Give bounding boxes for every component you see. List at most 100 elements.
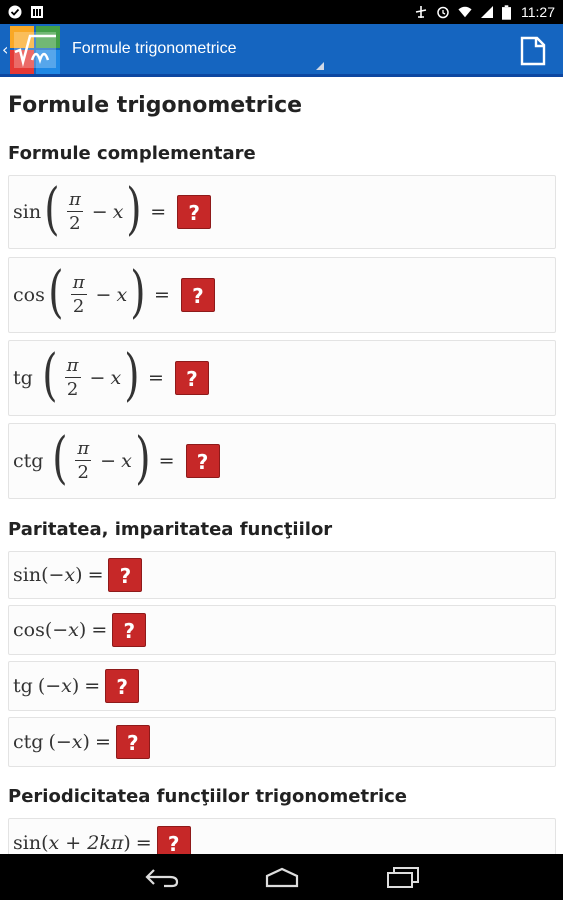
formula-cos-complement: cos ( π 2 − x ) = ?	[13, 258, 215, 332]
action-bar-title[interactable]: Formule trigonometrice	[72, 40, 237, 58]
formula-ctg-parity: ctg ( −x ) = ?	[13, 718, 150, 766]
section-title: Formule complementare	[8, 143, 256, 164]
document-icon[interactable]	[519, 36, 547, 66]
fraction: π 2	[75, 437, 92, 485]
reveal-answer-button[interactable]: ?	[177, 195, 212, 229]
function-name: sin	[13, 832, 42, 854]
fraction-denominator: 2	[77, 461, 89, 483]
equals-sign: =	[84, 675, 101, 697]
recent-apps-nav-icon[interactable]	[386, 866, 420, 888]
airplane-off-icon	[415, 6, 427, 18]
equals-sign: =	[91, 619, 108, 641]
formula-card: sin ( π 2 − x ) = ?	[8, 175, 556, 249]
equals-sign: =	[94, 731, 111, 753]
left-paren: (	[48, 731, 56, 753]
spinner-indicator-icon[interactable]	[316, 62, 324, 70]
function-name: sin	[13, 564, 42, 586]
page-title: Formule trigonometrice	[8, 93, 303, 118]
section-title: Paritatea, imparitatea funcţiilor	[8, 519, 333, 540]
right-paren: )	[123, 832, 131, 854]
formula-sin-parity: sin ( −x ) = ?	[13, 552, 143, 598]
variable: x	[121, 450, 132, 472]
home-nav-icon[interactable]	[264, 866, 300, 888]
right-paren: )	[130, 260, 146, 325]
argument: −x	[52, 619, 79, 641]
back-nav-icon[interactable]	[144, 866, 180, 888]
equals-sign: =	[87, 564, 104, 586]
minus-sign: −	[100, 450, 117, 472]
formula-card: sin ( −x ) = ?	[8, 551, 556, 599]
formula-card: tg ( π 2 − x ) = ?	[8, 340, 556, 416]
wifi-icon	[458, 6, 472, 18]
reveal-answer-button[interactable]: ?	[174, 361, 209, 395]
reveal-answer-button[interactable]: ?	[108, 558, 143, 592]
left-paren: (	[41, 564, 49, 586]
fraction-numerator: π	[72, 271, 85, 293]
fraction: π 2	[66, 188, 83, 236]
fraction-numerator: π	[68, 188, 81, 210]
status-bar: 11:27	[0, 0, 563, 24]
action-bar: ‹ Formule trigonometrice	[0, 24, 563, 76]
reveal-answer-button[interactable]: ?	[185, 444, 220, 478]
signal-icon	[481, 6, 493, 18]
minus-sign: −	[95, 284, 112, 306]
function-name: cos	[13, 284, 45, 306]
fraction: π 2	[70, 271, 87, 319]
calendar-notification-icon	[31, 6, 43, 18]
right-paren: )	[78, 619, 87, 641]
variable: x	[116, 284, 128, 306]
equals-sign: =	[150, 201, 167, 223]
formula-sin-period: sin ( x + 2kπ ) = ?	[13, 819, 191, 854]
argument: −x	[55, 731, 83, 753]
fraction: π 2	[64, 355, 81, 402]
formula-card: ctg ( π 2 − x ) = ?	[8, 423, 556, 499]
variable: x	[112, 201, 124, 223]
right-paren: )	[75, 564, 83, 586]
fraction-numerator: π	[77, 437, 90, 459]
formula-sin-complement: sin ( π 2 − x ) = ?	[13, 176, 212, 248]
minus-sign: −	[89, 367, 106, 389]
reveal-answer-button[interactable]: ?	[115, 725, 150, 759]
function-name: tg	[13, 675, 33, 697]
function-name: tg	[13, 367, 33, 389]
minus-sign: −	[91, 201, 108, 223]
formula-card: sin ( x + 2kπ ) = ?	[8, 818, 556, 854]
function-name: sin	[13, 201, 42, 223]
left-paren: (	[44, 619, 53, 641]
reveal-answer-button[interactable]: ?	[180, 278, 215, 312]
equals-sign: =	[148, 367, 164, 389]
back-icon[interactable]: ‹	[2, 40, 8, 59]
function-name: ctg	[13, 731, 44, 753]
argument: −x	[45, 675, 72, 697]
formula-ctg-complement: ctg ( π 2 − x ) = ?	[13, 424, 220, 498]
formula-tg-complement: tg ( π 2 − x ) = ?	[13, 341, 209, 415]
content-area[interactable]: Formule trigonometrice Formule complemen…	[0, 77, 563, 854]
reveal-answer-button[interactable]: ?	[105, 669, 140, 703]
reveal-answer-button[interactable]: ?	[112, 613, 147, 647]
left-paren: (	[41, 832, 49, 854]
fraction-denominator: 2	[66, 378, 79, 400]
formula-card: cos ( −x ) = ?	[8, 605, 556, 655]
left-paren: (	[52, 426, 69, 491]
left-paren: (	[44, 177, 60, 242]
function-name: ctg	[13, 450, 44, 472]
formula-card: cos ( π 2 − x ) = ?	[8, 257, 556, 333]
right-paren: )	[124, 343, 140, 408]
right-paren: )	[71, 675, 80, 697]
alarm-icon	[437, 6, 449, 19]
variable: x	[110, 367, 122, 389]
app-logo-icon[interactable]	[10, 26, 60, 74]
function-name: cos	[13, 619, 45, 641]
argument: x + 2kπ	[48, 832, 124, 854]
right-paren: )	[135, 426, 151, 491]
reveal-answer-button[interactable]: ?	[156, 826, 191, 854]
checkmark-notification-icon	[8, 5, 22, 19]
battery-icon	[502, 4, 511, 20]
equals-sign: =	[154, 284, 170, 306]
navigation-bar	[0, 854, 563, 900]
right-paren: )	[126, 177, 143, 242]
fraction-denominator: 2	[69, 212, 81, 234]
fraction-denominator: 2	[72, 295, 85, 317]
left-paren: (	[37, 675, 46, 697]
formula-tg-parity: tg ( −x ) = ?	[13, 662, 140, 710]
